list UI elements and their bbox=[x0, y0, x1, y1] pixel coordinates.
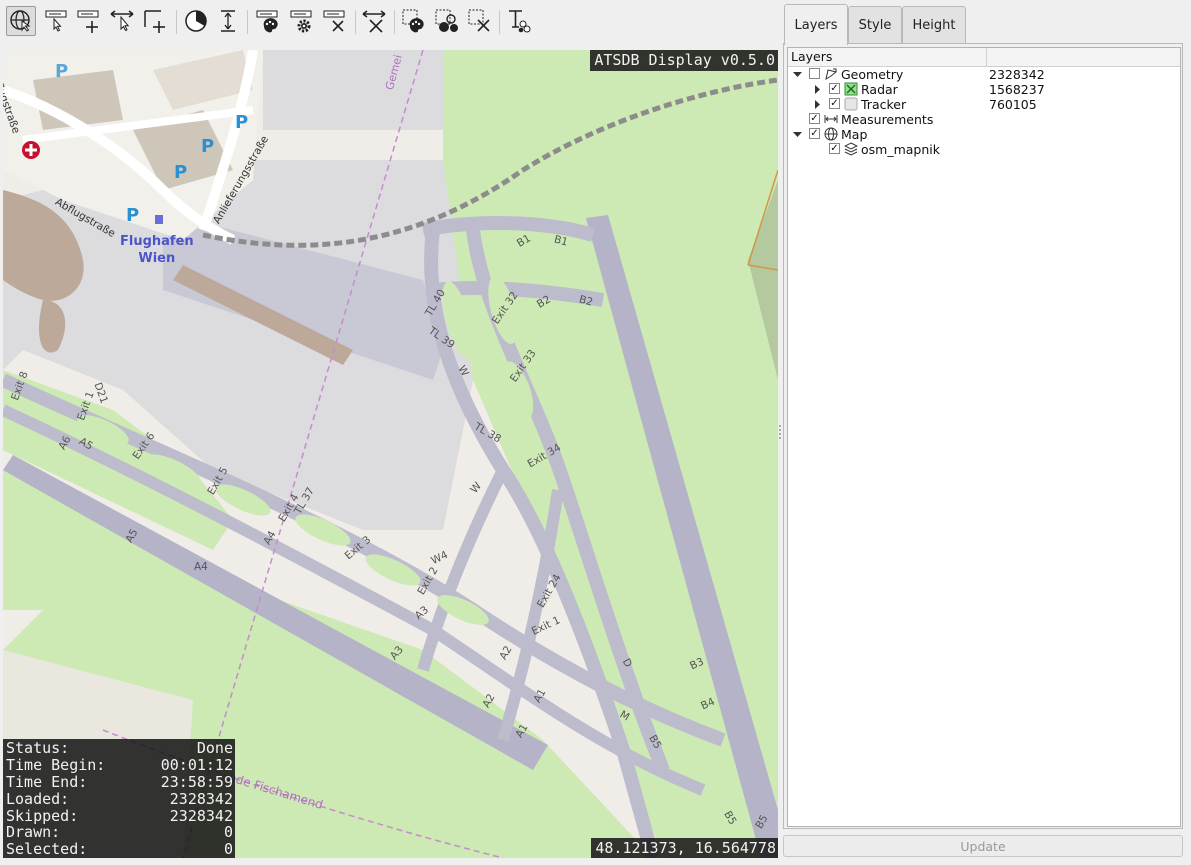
navigate-button[interactable] bbox=[6, 6, 36, 36]
clear-button[interactable] bbox=[359, 6, 389, 36]
status-row: Drawn: 0 bbox=[6, 823, 233, 842]
map-view[interactable]: P P P P P Flughafen Wien Abflugstraße Ab… bbox=[3, 50, 778, 858]
color-select-button[interactable] bbox=[399, 6, 429, 36]
tab-style[interactable]: Style bbox=[848, 6, 902, 44]
side-panel: Layers Style Height Layers Geometry 2328… bbox=[783, 0, 1191, 865]
tracker-icon bbox=[844, 97, 858, 111]
tree-row-osm-mapnik[interactable]: ✓ osm_mapnik bbox=[788, 142, 1180, 157]
airport-label: Flughafen Wien bbox=[120, 234, 194, 266]
tree-value: 760105 bbox=[989, 97, 1037, 112]
geometry-checkbox[interactable] bbox=[809, 68, 820, 79]
tree-label: osm_mapnik bbox=[861, 142, 940, 157]
move-icon bbox=[110, 10, 134, 32]
svg-text:P: P bbox=[201, 136, 214, 157]
remove-button[interactable] bbox=[320, 6, 350, 36]
deselect-icon bbox=[468, 9, 490, 32]
geometry-icon bbox=[825, 68, 838, 81]
deselect-button[interactable] bbox=[465, 6, 495, 36]
settings-icon bbox=[290, 10, 312, 33]
tree-label: Map bbox=[841, 127, 868, 142]
tree-row-geometry[interactable]: Geometry 2328342 bbox=[788, 67, 1180, 82]
move-button[interactable] bbox=[107, 6, 137, 36]
tracker-checkbox[interactable]: ✓ bbox=[829, 98, 840, 109]
osm-mapnik-checkbox[interactable]: ✓ bbox=[829, 143, 840, 154]
tree-row-tracker[interactable]: ✓ Tracker 760105 bbox=[788, 97, 1180, 112]
splitter-handle[interactable] bbox=[779, 425, 781, 439]
expanded-arrow-icon[interactable] bbox=[793, 130, 802, 139]
expanded-arrow-icon[interactable] bbox=[793, 70, 802, 79]
status-row: Loaded: 2328342 bbox=[6, 789, 233, 808]
pie-button[interactable] bbox=[181, 6, 211, 36]
settings-button[interactable] bbox=[287, 6, 317, 36]
coordinate-readout: 48.121373, 16.564778 bbox=[591, 838, 778, 858]
tree-value: 1568237 bbox=[989, 82, 1045, 97]
version-label: ATSDB Display v0.5.0 bbox=[590, 50, 778, 71]
collapsed-arrow-icon[interactable] bbox=[813, 100, 822, 109]
text-icon bbox=[509, 10, 531, 33]
tree-header-label: Layers bbox=[791, 49, 833, 64]
tree-value: 2328342 bbox=[989, 67, 1045, 82]
color-select-icon bbox=[402, 9, 424, 33]
svg-text:P: P bbox=[55, 61, 68, 82]
tree-row-radar[interactable]: ✓ Radar 1568237 bbox=[788, 82, 1180, 97]
add-point-button[interactable] bbox=[74, 6, 104, 36]
navigate-icon bbox=[10, 10, 31, 32]
tree-row-measurements[interactable]: ✓ Measurements bbox=[788, 112, 1180, 127]
invert-select-button[interactable] bbox=[432, 6, 462, 36]
map-checkbox[interactable]: ✓ bbox=[809, 128, 820, 139]
tree-header: Layers bbox=[788, 48, 1180, 67]
svg-text:P: P bbox=[126, 205, 139, 226]
update-button[interactable]: Update bbox=[783, 835, 1183, 857]
text-button[interactable] bbox=[504, 6, 534, 36]
style-button[interactable] bbox=[253, 6, 283, 36]
svg-text:P: P bbox=[174, 162, 187, 183]
measurements-checkbox[interactable]: ✓ bbox=[809, 113, 820, 124]
collapsed-arrow-icon[interactable] bbox=[813, 85, 822, 94]
svg-text:P: P bbox=[235, 112, 248, 133]
select-button[interactable] bbox=[41, 6, 71, 36]
map-canvas[interactable]: P P P P P bbox=[3, 50, 778, 858]
add-point-icon bbox=[77, 10, 99, 33]
status-row: Status: Done bbox=[6, 739, 233, 758]
radar-checkbox[interactable]: ✓ bbox=[829, 83, 840, 94]
style-icon bbox=[256, 10, 278, 33]
tree-label: Measurements bbox=[841, 112, 934, 127]
layers-icon bbox=[844, 142, 858, 156]
radar-icon bbox=[844, 82, 858, 96]
tree-row-map[interactable]: ✓ Map bbox=[788, 127, 1180, 142]
status-row: Skipped: 2328342 bbox=[6, 806, 233, 825]
status-row: Time End: 23:58:59 bbox=[6, 773, 233, 792]
remove-icon bbox=[323, 10, 345, 32]
distance-button[interactable] bbox=[213, 6, 243, 36]
clear-icon bbox=[362, 10, 386, 33]
tree-label: Geometry bbox=[841, 67, 904, 82]
tab-height[interactable]: Height bbox=[902, 6, 966, 44]
invert-select-icon bbox=[435, 9, 458, 32]
toolbar bbox=[0, 0, 780, 48]
tree-label: Tracker bbox=[861, 97, 907, 112]
status-row: Selected: 0 bbox=[6, 840, 233, 858]
add-line-button[interactable] bbox=[140, 6, 170, 36]
status-row: Time Begin: 00:01:12 bbox=[6, 756, 233, 775]
globe-icon bbox=[824, 127, 838, 141]
layers-tab-body: Layers Geometry 2328342 ✓ Radar 1568237 bbox=[783, 43, 1183, 829]
select-icon bbox=[45, 10, 67, 32]
pie-icon bbox=[185, 10, 207, 32]
layer-tree[interactable]: Layers Geometry 2328342 ✓ Radar 1568237 bbox=[787, 47, 1181, 827]
tree-label: Radar bbox=[861, 82, 898, 97]
tab-layers[interactable]: Layers bbox=[784, 4, 848, 45]
distance-icon bbox=[221, 10, 235, 32]
taxiway-label: A4 bbox=[194, 561, 208, 573]
measurements-icon bbox=[824, 115, 838, 123]
add-line-icon bbox=[144, 10, 165, 33]
status-panel: Status: Done Time Begin: 00:01:12 Time End… bbox=[3, 739, 235, 858]
